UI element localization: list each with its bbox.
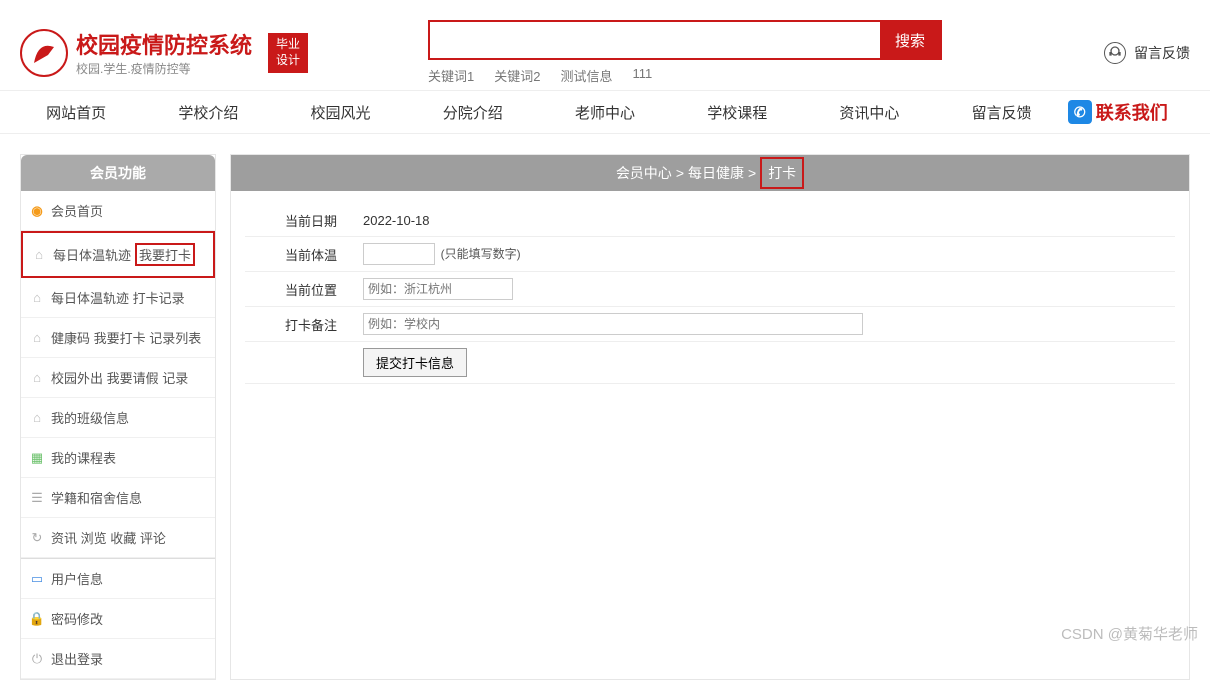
form-area: 当前日期 2022-10-18 当前体温 (只能填写数字) 当前位置 打卡备注 — [231, 191, 1189, 679]
sidebar-item-records[interactable]: ⌂ 每日体温轨迹 打卡记录 — [21, 278, 215, 318]
house-icon: ⌂ — [29, 290, 45, 306]
nav-campus-view[interactable]: 校园风光 — [274, 102, 406, 123]
breadcrumb-sep: > — [676, 165, 684, 181]
logo[interactable]: 校园疫情防控系统 校园.学生.疫情防控等 毕业 设计 — [20, 28, 308, 77]
house-icon: ⌂ — [31, 247, 47, 263]
temp-input[interactable] — [363, 243, 435, 265]
nav-school-intro[interactable]: 学校介绍 — [142, 102, 274, 123]
card-icon: ▭ — [29, 571, 45, 587]
search-button[interactable]: 搜索 — [880, 22, 940, 58]
search-area: 搜索 关键词1 关键词2 测试信息 111 — [428, 20, 942, 85]
date-label: 当前日期 — [245, 205, 355, 237]
sidebar-item-label: 我的课程表 — [51, 448, 116, 467]
sidebar-item-label: 密码修改 — [51, 609, 103, 628]
breadcrumb: 会员中心 > 每日健康 > 打卡 — [231, 155, 1189, 191]
main-content: 会员中心 > 每日健康 > 打卡 当前日期 2022-10-18 当前体温 (只… — [230, 154, 1190, 680]
note-label: 打卡备注 — [245, 307, 355, 342]
nav-college-intro[interactable]: 分院介绍 — [407, 102, 539, 123]
sidebar-header: 会员功能 — [21, 155, 215, 191]
sidebar-item-label: 校园外出 我要请假 记录 — [51, 368, 188, 387]
headset-icon — [1104, 42, 1126, 64]
home-icon: ◉ — [29, 203, 45, 219]
sidebar-item-highlight: 我要打卡 — [135, 243, 195, 266]
sidebar-item-checkin[interactable]: ⌂ 每日体温轨迹 我要打卡 — [21, 231, 215, 278]
list-icon: ☰ — [29, 490, 45, 506]
keyword-link[interactable]: 测试信息 — [560, 66, 612, 85]
temp-label: 当前体温 — [245, 237, 355, 272]
breadcrumb-sep: > — [748, 165, 756, 181]
sidebar-item-home[interactable]: ◉ 会员首页 — [21, 191, 215, 231]
breadcrumb-part[interactable]: 每日健康 — [688, 163, 744, 183]
site-subtitle: 校园.学生.疫情防控等 — [76, 60, 252, 77]
house-icon: ⌂ — [29, 410, 45, 426]
sidebar: 会员功能 ◉ 会员首页 ⌂ 每日体温轨迹 我要打卡 ⌂ 每日体温轨迹 打卡记录 … — [20, 154, 216, 680]
sidebar-item-schedule[interactable]: ▦ 我的课程表 — [21, 438, 215, 478]
sidebar-item-label: 每日体温轨迹 — [53, 245, 131, 264]
logo-badge: 毕业 设计 — [268, 33, 308, 73]
sidebar-item-news[interactable]: ↻ 资讯 浏览 收藏 评论 — [21, 518, 215, 558]
nav-courses[interactable]: 学校课程 — [671, 102, 803, 123]
temp-hint: (只能填写数字) — [441, 247, 521, 261]
checkin-form: 当前日期 2022-10-18 当前体温 (只能填写数字) 当前位置 打卡备注 — [245, 205, 1175, 384]
site-title: 校园疫情防控系统 — [76, 28, 252, 60]
loc-label: 当前位置 — [245, 272, 355, 307]
power-icon: ⏻ — [29, 651, 45, 667]
sidebar-item-class[interactable]: ⌂ 我的班级信息 — [21, 398, 215, 438]
calendar-icon: ▦ — [29, 450, 45, 466]
lock-icon: 🔒 — [29, 611, 45, 627]
nav-news[interactable]: 资讯中心 — [803, 102, 935, 123]
refresh-icon: ↻ — [29, 530, 45, 546]
feedback-label: 留言反馈 — [1134, 43, 1190, 63]
search-input[interactable] — [430, 22, 880, 58]
main-nav: 网站首页 学校介绍 校园风光 分院介绍 老师中心 学校课程 资讯中心 留言反馈 … — [0, 90, 1210, 134]
body: 会员功能 ◉ 会员首页 ⌂ 每日体温轨迹 我要打卡 ⌂ 每日体温轨迹 打卡记录 … — [0, 134, 1210, 700]
sidebar-item-label: 退出登录 — [51, 649, 103, 668]
sidebar-item-label: 健康码 我要打卡 记录列表 — [51, 328, 201, 347]
keyword-link[interactable]: 关键词1 — [428, 66, 474, 85]
date-value: 2022-10-18 — [355, 205, 1175, 237]
house-icon: ⌂ — [29, 330, 45, 346]
sidebar-item-dorm[interactable]: ☰ 学籍和宿舍信息 — [21, 478, 215, 518]
loc-input[interactable] — [363, 278, 513, 300]
house-icon: ⌂ — [29, 370, 45, 386]
sidebar-item-health-code[interactable]: ⌂ 健康码 我要打卡 记录列表 — [21, 318, 215, 358]
nav-home[interactable]: 网站首页 — [10, 102, 142, 123]
sidebar-item-user-info[interactable]: ▭ 用户信息 — [21, 558, 215, 599]
sidebar-item-label: 会员首页 — [51, 201, 103, 220]
sidebar-item-label: 我的班级信息 — [51, 408, 129, 427]
keyword-link[interactable]: 关键词2 — [494, 66, 540, 85]
logo-icon — [20, 29, 68, 77]
sidebar-item-label: 学籍和宿舍信息 — [51, 488, 142, 507]
search-keywords: 关键词1 关键词2 测试信息 111 — [428, 66, 942, 85]
sidebar-item-label: 每日体温轨迹 打卡记录 — [51, 288, 185, 307]
submit-button[interactable]: 提交打卡信息 — [363, 348, 467, 377]
breadcrumb-part[interactable]: 会员中心 — [616, 163, 672, 183]
sidebar-item-logout[interactable]: ⏻ 退出登录 — [21, 639, 215, 679]
note-input[interactable] — [363, 313, 863, 335]
sidebar-item-leave[interactable]: ⌂ 校园外出 我要请假 记录 — [21, 358, 215, 398]
sidebar-item-password[interactable]: 🔒 密码修改 — [21, 599, 215, 639]
nav-contact-us[interactable]: ✆ 联系我们 — [1068, 99, 1200, 125]
sidebar-item-label: 资讯 浏览 收藏 评论 — [51, 528, 166, 547]
sidebar-item-label: 用户信息 — [51, 569, 103, 588]
feedback-link[interactable]: 留言反馈 — [1104, 42, 1190, 64]
phone-icon: ✆ — [1068, 100, 1092, 124]
nav-teacher-center[interactable]: 老师中心 — [539, 102, 671, 123]
breadcrumb-current: 打卡 — [760, 157, 804, 189]
keyword-link[interactable]: 111 — [633, 66, 653, 85]
nav-feedback[interactable]: 留言反馈 — [936, 102, 1068, 123]
header: 校园疫情防控系统 校园.学生.疫情防控等 毕业 设计 搜索 关键词1 关键词2 … — [0, 0, 1210, 90]
